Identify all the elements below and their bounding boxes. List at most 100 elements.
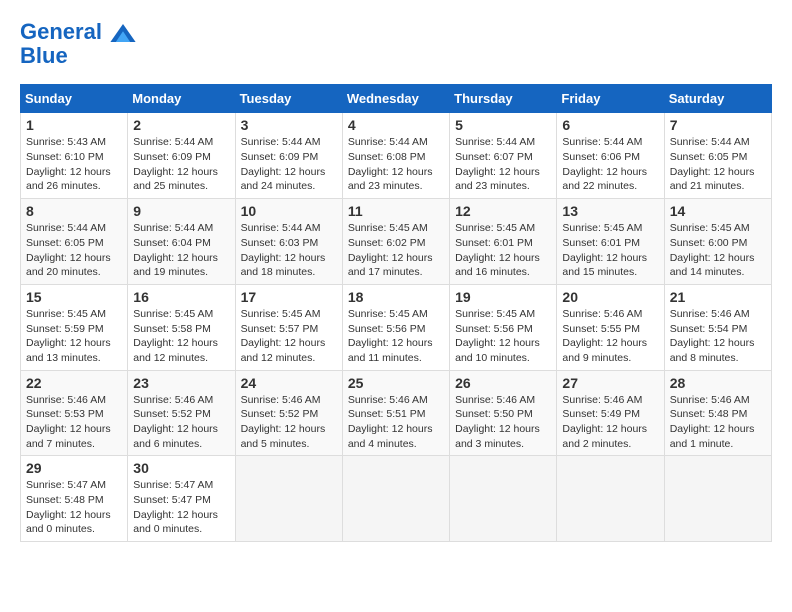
logo-text-blue: Blue — [20, 44, 136, 68]
day-number: 6 — [562, 117, 658, 133]
calendar-cell — [664, 456, 771, 542]
calendar-cell: 8 Sunrise: 5:44 AMSunset: 6:05 PMDaylight… — [21, 199, 128, 285]
calendar-cell: 11Sunrise: 5:45 AMSunset: 6:02 PMDayligh… — [342, 199, 449, 285]
day-info: Sunrise: 5:44 AMSunset: 6:04 PMDaylight:… — [133, 221, 229, 280]
day-info: Sunrise: 5:45 AMSunset: 5:56 PMDaylight:… — [348, 307, 444, 366]
day-info: Sunrise: 5:44 AMSunset: 6:03 PMDaylight:… — [241, 221, 337, 280]
calendar-cell: 27 Sunrise: 5:46 AMSunset: 5:49 PMDayligh… — [557, 370, 664, 456]
day-info: Sunrise: 5:46 AMSunset: 5:52 PMDaylight:… — [133, 393, 229, 452]
day-number: 19 — [455, 289, 551, 305]
calendar-cell — [450, 456, 557, 542]
day-info: Sunrise: 5:44 AMSunset: 6:08 PMDaylight:… — [348, 135, 444, 194]
day-info: Sunrise: 5:47 AMSunset: 5:47 PMDaylight:… — [133, 478, 229, 537]
day-info: Sunrise: 5:45 AMSunset: 5:58 PMDaylight:… — [133, 307, 229, 366]
day-info: Sunrise: 5:46 AMSunset: 5:53 PMDaylight:… — [26, 393, 122, 452]
calendar-cell: 13Sunrise: 5:45 AMSunset: 6:01 PMDayligh… — [557, 199, 664, 285]
day-number: 3 — [241, 117, 337, 133]
day-info: Sunrise: 5:46 AMSunset: 5:54 PMDaylight:… — [670, 307, 766, 366]
day-info: Sunrise: 5:46 AMSunset: 5:48 PMDaylight:… — [670, 393, 766, 452]
calendar-cell: 24Sunrise: 5:46 AMSunset: 5:52 PMDayligh… — [235, 370, 342, 456]
day-info: Sunrise: 5:45 AMSunset: 5:57 PMDaylight:… — [241, 307, 337, 366]
day-number: 2 — [133, 117, 229, 133]
day-info: Sunrise: 5:45 AMSunset: 6:02 PMDaylight:… — [348, 221, 444, 280]
calendar-week-2: 8 Sunrise: 5:44 AMSunset: 6:05 PMDaylight… — [21, 199, 772, 285]
day-number: 29 — [26, 460, 122, 476]
day-number: 27 — [562, 375, 658, 391]
day-info: Sunrise: 5:45 AMSunset: 5:56 PMDaylight:… — [455, 307, 551, 366]
day-number: 14 — [670, 203, 766, 219]
day-info: Sunrise: 5:45 AMSunset: 6:01 PMDaylight:… — [455, 221, 551, 280]
calendar-cell: 22 Sunrise: 5:46 AMSunset: 5:53 PMDayligh… — [21, 370, 128, 456]
calendar-cell: 15 Sunrise: 5:45 AMSunset: 5:59 PMDayligh… — [21, 284, 128, 370]
day-info: Sunrise: 5:46 AMSunset: 5:55 PMDaylight:… — [562, 307, 658, 366]
calendar-cell: 9 Sunrise: 5:44 AMSunset: 6:04 PMDaylight… — [128, 199, 235, 285]
calendar-cell: 30 Sunrise: 5:47 AMSunset: 5:47 PMDayligh… — [128, 456, 235, 542]
day-info: Sunrise: 5:45 AMSunset: 6:01 PMDaylight:… — [562, 221, 658, 280]
calendar-cell: 14 Sunrise: 5:45 AMSunset: 6:00 PMDayligh… — [664, 199, 771, 285]
day-info: Sunrise: 5:44 AMSunset: 6:09 PMDaylight:… — [241, 135, 337, 194]
calendar-cell: 21Sunrise: 5:46 AMSunset: 5:54 PMDayligh… — [664, 284, 771, 370]
day-info: Sunrise: 5:46 AMSunset: 5:49 PMDaylight:… — [562, 393, 658, 452]
calendar-cell: 20 Sunrise: 5:46 AMSunset: 5:55 PMDayligh… — [557, 284, 664, 370]
calendar-cell: 2Sunrise: 5:44 AMSunset: 6:09 PMDaylight… — [128, 113, 235, 199]
calendar-cell: 4 Sunrise: 5:44 AMSunset: 6:08 PMDaylight… — [342, 113, 449, 199]
calendar-cell: 26Sunrise: 5:46 AMSunset: 5:50 PMDayligh… — [450, 370, 557, 456]
day-number: 17 — [241, 289, 337, 305]
calendar-cell: 23 Sunrise: 5:46 AMSunset: 5:52 PMDayligh… — [128, 370, 235, 456]
calendar-cell: 12 Sunrise: 5:45 AMSunset: 6:01 PMDayligh… — [450, 199, 557, 285]
col-header-saturday: Saturday — [664, 85, 771, 113]
calendar-week-5: 29 Sunrise: 5:47 AMSunset: 5:48 PMDayligh… — [21, 456, 772, 542]
col-header-friday: Friday — [557, 85, 664, 113]
day-info: Sunrise: 5:45 AMSunset: 6:00 PMDaylight:… — [670, 221, 766, 280]
day-info: Sunrise: 5:43 AMSunset: 6:10 PMDaylight:… — [26, 135, 122, 194]
calendar-table: SundayMondayTuesdayWednesdayThursdayFrid… — [20, 84, 772, 542]
day-number: 7 — [670, 117, 766, 133]
day-number: 16 — [133, 289, 229, 305]
day-number: 12 — [455, 203, 551, 219]
day-info: Sunrise: 5:44 AMSunset: 6:06 PMDaylight:… — [562, 135, 658, 194]
day-number: 8 — [26, 203, 122, 219]
day-info: Sunrise: 5:44 AMSunset: 6:05 PMDaylight:… — [26, 221, 122, 280]
calendar-cell: 5 Sunrise: 5:44 AMSunset: 6:07 PMDaylight… — [450, 113, 557, 199]
calendar-week-4: 22 Sunrise: 5:46 AMSunset: 5:53 PMDayligh… — [21, 370, 772, 456]
day-number: 22 — [26, 375, 122, 391]
col-header-thursday: Thursday — [450, 85, 557, 113]
day-info: Sunrise: 5:44 AMSunset: 6:07 PMDaylight:… — [455, 135, 551, 194]
col-header-sunday: Sunday — [21, 85, 128, 113]
page-header: General Blue — [20, 20, 772, 68]
day-number: 9 — [133, 203, 229, 219]
logo-text: General — [20, 20, 136, 44]
day-number: 15 — [26, 289, 122, 305]
col-header-wednesday: Wednesday — [342, 85, 449, 113]
calendar-cell — [235, 456, 342, 542]
day-number: 25 — [348, 375, 444, 391]
calendar-cell: 3 Sunrise: 5:44 AMSunset: 6:09 PMDaylight… — [235, 113, 342, 199]
calendar-cell: 17 Sunrise: 5:45 AMSunset: 5:57 PMDayligh… — [235, 284, 342, 370]
calendar-cell: 29 Sunrise: 5:47 AMSunset: 5:48 PMDayligh… — [21, 456, 128, 542]
day-info: Sunrise: 5:46 AMSunset: 5:51 PMDaylight:… — [348, 393, 444, 452]
calendar-cell: 28Sunrise: 5:46 AMSunset: 5:48 PMDayligh… — [664, 370, 771, 456]
calendar-cell: 6 Sunrise: 5:44 AMSunset: 6:06 PMDaylight… — [557, 113, 664, 199]
day-number: 20 — [562, 289, 658, 305]
day-info: Sunrise: 5:45 AMSunset: 5:59 PMDaylight:… — [26, 307, 122, 366]
calendar-week-3: 15 Sunrise: 5:45 AMSunset: 5:59 PMDayligh… — [21, 284, 772, 370]
calendar-cell: 7 Sunrise: 5:44 AMSunset: 6:05 PMDaylight… — [664, 113, 771, 199]
day-info: Sunrise: 5:44 AMSunset: 6:05 PMDaylight:… — [670, 135, 766, 194]
calendar-cell: 19 Sunrise: 5:45 AMSunset: 5:56 PMDayligh… — [450, 284, 557, 370]
calendar-cell: 16 Sunrise: 5:45 AMSunset: 5:58 PMDayligh… — [128, 284, 235, 370]
day-number: 4 — [348, 117, 444, 133]
day-number: 10 — [241, 203, 337, 219]
calendar-cell: 18Sunrise: 5:45 AMSunset: 5:56 PMDayligh… — [342, 284, 449, 370]
day-number: 24 — [241, 375, 337, 391]
calendar-cell: 1Sunrise: 5:43 AMSunset: 6:10 PMDaylight… — [21, 113, 128, 199]
day-info: Sunrise: 5:47 AMSunset: 5:48 PMDaylight:… — [26, 478, 122, 537]
calendar-cell: 25 Sunrise: 5:46 AMSunset: 5:51 PMDayligh… — [342, 370, 449, 456]
calendar-cell: 10 Sunrise: 5:44 AMSunset: 6:03 PMDayligh… — [235, 199, 342, 285]
day-number: 30 — [133, 460, 229, 476]
day-number: 5 — [455, 117, 551, 133]
day-number: 26 — [455, 375, 551, 391]
day-number: 23 — [133, 375, 229, 391]
col-header-monday: Monday — [128, 85, 235, 113]
logo: General Blue — [20, 20, 136, 68]
col-header-tuesday: Tuesday — [235, 85, 342, 113]
